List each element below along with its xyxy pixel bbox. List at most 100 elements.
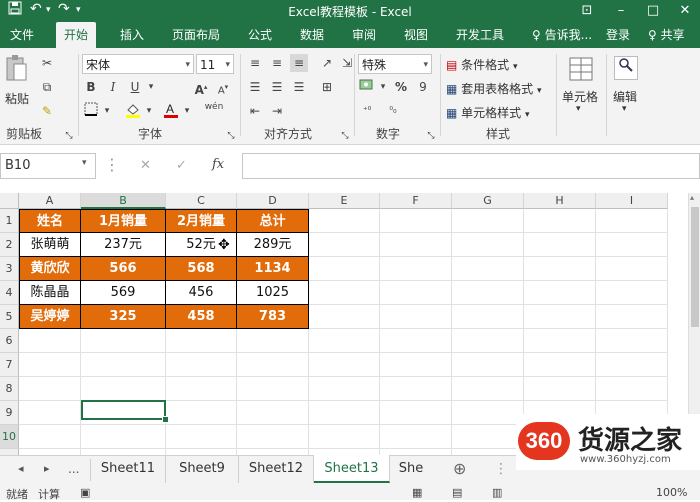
cell-d1[interactable]: 总计 xyxy=(237,209,309,233)
cell-h7[interactable] xyxy=(524,353,596,377)
align-center-icon[interactable]: ☰ xyxy=(268,78,286,96)
cell-b5[interactable]: 325 xyxy=(81,305,166,329)
tab-developer[interactable]: 开发工具 xyxy=(448,22,512,48)
cell-c8[interactable] xyxy=(166,377,237,401)
format-as-table-button[interactable]: ▦ 套用表格格式 ▾ xyxy=(446,80,542,97)
cell-b7[interactable] xyxy=(81,353,166,377)
cell-h5[interactable] xyxy=(524,305,596,329)
cut-icon[interactable]: ✂ xyxy=(38,54,56,72)
share-button[interactable]: ♀ 共享 xyxy=(640,22,693,48)
cell-g2[interactable] xyxy=(452,233,524,257)
cell-i6[interactable] xyxy=(596,329,668,353)
row-header-3[interactable]: 3 xyxy=(0,257,19,281)
maximize-button[interactable]: □ xyxy=(638,0,668,22)
search-icon[interactable] xyxy=(614,56,638,80)
cell-a5[interactable]: 吴婷婷 xyxy=(19,305,81,329)
close-button[interactable]: ✕ xyxy=(670,0,700,22)
column-header-f[interactable]: F xyxy=(380,193,452,209)
cell-e7[interactable] xyxy=(309,353,380,377)
row-header-6[interactable]: 6 xyxy=(0,329,19,353)
row-header-5[interactable]: 5 xyxy=(0,305,19,329)
align-left-icon[interactable]: ☰ xyxy=(246,78,264,96)
cell-g3[interactable] xyxy=(452,257,524,281)
cell-c4[interactable]: 456 xyxy=(166,281,237,305)
borders-dropdown-icon[interactable]: ▾ xyxy=(98,102,116,120)
cell-h3[interactable] xyxy=(524,257,596,281)
row-header-10[interactable]: 10 xyxy=(0,425,19,449)
cell-f5[interactable] xyxy=(380,305,452,329)
cell-f2[interactable] xyxy=(380,233,452,257)
sheet-tab-sheet9[interactable]: Sheet9 xyxy=(166,455,239,483)
cell-g4[interactable] xyxy=(452,281,524,305)
cell-a4[interactable]: 陈晶晶 xyxy=(19,281,81,305)
cell-h1[interactable] xyxy=(524,209,596,233)
format-painter-icon[interactable]: ✎ xyxy=(38,102,56,120)
number-format-dropdown[interactable]: 特殊 ▾ xyxy=(358,54,432,74)
cell-c1[interactable]: 2月销量 xyxy=(166,209,237,233)
editing-dropdown-icon[interactable]: ▾ xyxy=(622,104,627,114)
cell-d5[interactable]: 783 xyxy=(237,305,309,329)
row-header-7[interactable]: 7 xyxy=(0,353,19,377)
cell-f7[interactable] xyxy=(380,353,452,377)
cell-b2[interactable]: 237元 xyxy=(81,233,166,257)
shrink-font-button[interactable]: A▾ xyxy=(214,78,232,96)
cell-c9[interactable] xyxy=(166,401,237,425)
font-size-dropdown[interactable]: 11 ▾ xyxy=(196,54,234,74)
cell-b6[interactable] xyxy=(81,329,166,353)
cell-a3[interactable]: 黄欣欣 xyxy=(19,257,81,281)
align-bottom-icon[interactable]: ≡ xyxy=(290,54,308,72)
sheet-next-icon[interactable]: ▸ xyxy=(44,462,50,475)
cell-b1[interactable]: 1月销量 xyxy=(81,209,166,233)
underline-dropdown-icon[interactable]: ▾ xyxy=(142,78,160,96)
cell-e5[interactable] xyxy=(309,305,380,329)
cell-i5[interactable] xyxy=(596,305,668,329)
column-header-d[interactable]: D xyxy=(237,193,309,209)
font-color-dropdown-icon[interactable]: ▾ xyxy=(178,102,196,120)
tell-me-box[interactable]: ♀ 告诉我... xyxy=(524,22,600,48)
sheet-tab-more[interactable]: She xyxy=(391,455,431,483)
tab-file[interactable]: 文件 xyxy=(2,22,42,48)
row-header-2[interactable]: 2 xyxy=(0,233,19,257)
tab-view[interactable]: 视图 xyxy=(396,22,436,48)
font-launcher-icon[interactable]: ⤡ xyxy=(222,127,240,145)
cells-button[interactable]: 单元格 xyxy=(562,88,598,105)
login-button[interactable]: 登录 xyxy=(598,22,638,48)
cell-e9[interactable] xyxy=(309,401,380,425)
column-header-a[interactable]: A xyxy=(19,193,81,209)
cell-a2[interactable]: 张萌萌 xyxy=(19,233,81,257)
fill-color-dropdown-icon[interactable]: ▾ xyxy=(140,102,158,120)
cell-g6[interactable] xyxy=(452,329,524,353)
scrollbar-thumb[interactable] xyxy=(691,207,699,327)
cell-d8[interactable] xyxy=(237,377,309,401)
cell-g10[interactable] xyxy=(452,425,524,449)
cell-f4[interactable] xyxy=(380,281,452,305)
cell-e10[interactable] xyxy=(309,425,380,449)
cell-g5[interactable] xyxy=(452,305,524,329)
cell-h2[interactable] xyxy=(524,233,596,257)
cell-i1[interactable] xyxy=(596,209,668,233)
decrease-decimal-icon[interactable]: ⁰₀ xyxy=(384,102,402,120)
align-top-icon[interactable]: ≡ xyxy=(246,54,264,72)
cell-c7[interactable] xyxy=(166,353,237,377)
minimize-button[interactable]: – xyxy=(606,0,636,22)
sheet-tab-sheet13[interactable]: Sheet13 xyxy=(314,455,390,483)
cell-e6[interactable] xyxy=(309,329,380,353)
cell-d7[interactable] xyxy=(237,353,309,377)
cell-a7[interactable] xyxy=(19,353,81,377)
row-header-4[interactable]: 4 xyxy=(0,281,19,305)
cell-c10[interactable] xyxy=(166,425,237,449)
number-launcher-icon[interactable]: ⤡ xyxy=(422,127,440,145)
increase-decimal-icon[interactable]: ⁺⁰ xyxy=(358,102,376,120)
column-header-g[interactable]: G xyxy=(452,193,524,209)
cell-a1[interactable]: 姓名 xyxy=(19,209,81,233)
cell-d4[interactable]: 1025 xyxy=(237,281,309,305)
cell-i8[interactable] xyxy=(596,377,668,401)
cell-d10[interactable] xyxy=(237,425,309,449)
cells-dropdown-icon[interactable]: ▾ xyxy=(576,104,581,114)
cell-f1[interactable] xyxy=(380,209,452,233)
font-name-dropdown[interactable]: 宋体 ▾ xyxy=(82,54,194,74)
cell-e4[interactable] xyxy=(309,281,380,305)
row-header-1[interactable]: 1 xyxy=(0,209,19,233)
cell-styles-button[interactable]: ▦ 单元格样式 ▾ xyxy=(446,104,530,121)
cell-f10[interactable] xyxy=(380,425,452,449)
